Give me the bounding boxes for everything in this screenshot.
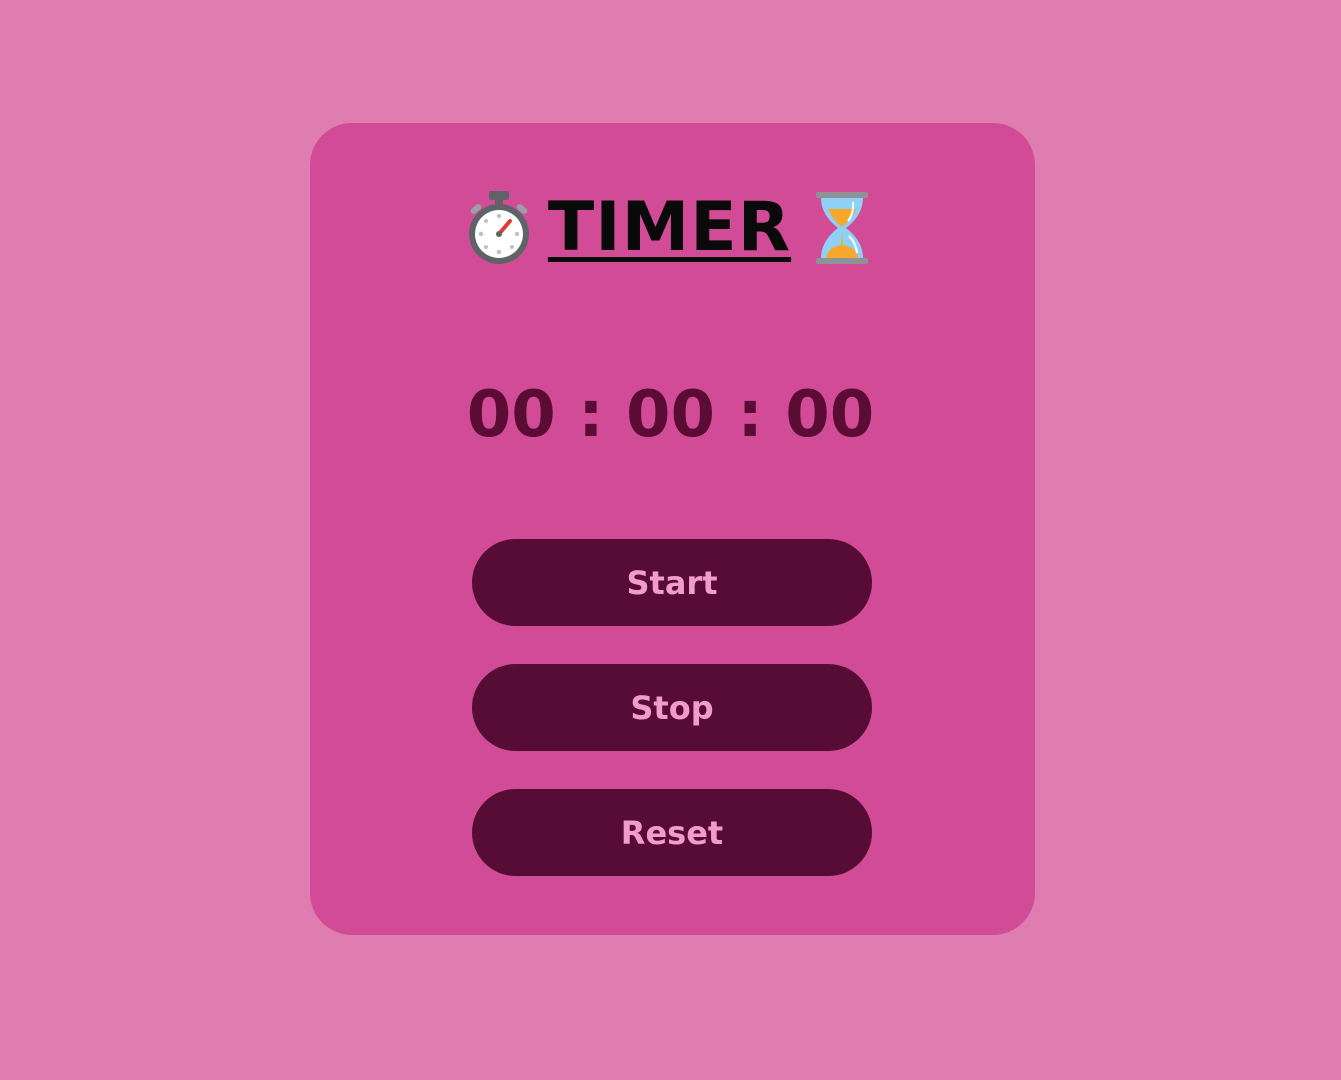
- stopwatch-icon: [464, 189, 534, 267]
- title-row: TIMER: [0, 186, 1341, 270]
- stop-button[interactable]: Stop: [472, 664, 872, 751]
- timer-display: 00 : 00 : 00: [466, 378, 875, 452]
- page-title: TIMER: [547, 188, 792, 267]
- hourglass-icon: [807, 189, 877, 267]
- start-button[interactable]: Start: [472, 539, 872, 626]
- reset-button[interactable]: Reset: [472, 789, 872, 876]
